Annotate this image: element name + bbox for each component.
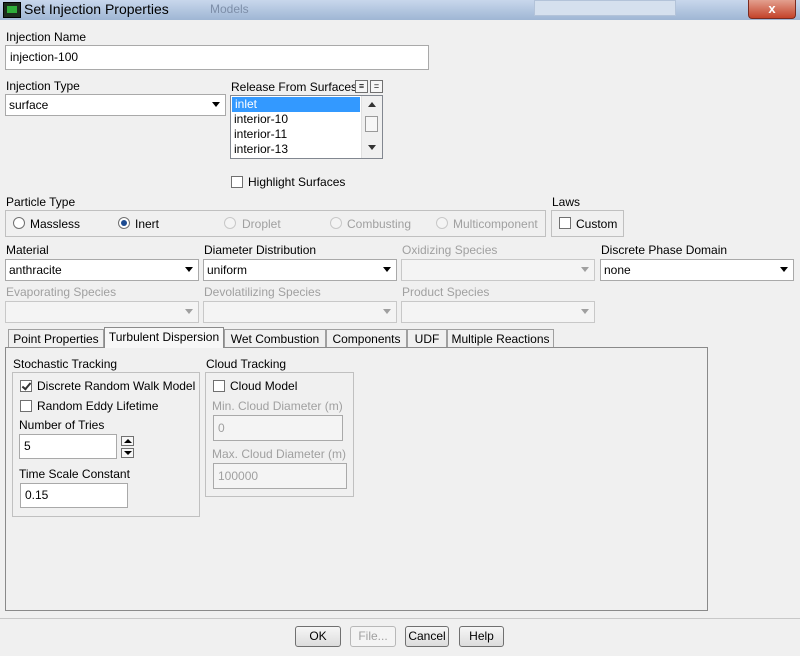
help-button[interactable]: Help: [459, 626, 504, 647]
custom-laws-label: Custom: [576, 217, 618, 231]
spin-up-button[interactable]: [121, 436, 134, 446]
cancel-button[interactable]: Cancel: [405, 626, 449, 647]
oxidizing-species-select[interactable]: [401, 259, 595, 281]
discrete-phase-domain-label: Discrete Phase Domain: [601, 243, 728, 257]
tab-turbulent-dispersion[interactable]: Turbulent Dispersion: [104, 327, 224, 348]
number-of-tries-label: Number of Tries: [19, 418, 105, 432]
discrete-phase-domain-select[interactable]: none: [600, 259, 794, 281]
random-eddy-lifetime-checkbox[interactable]: [20, 400, 32, 412]
time-scale-constant-value: 0.15: [25, 488, 49, 502]
cloud-model-checkbox[interactable]: [213, 380, 225, 392]
highlight-surfaces-checkbox[interactable]: [231, 176, 243, 188]
chevron-down-icon: [383, 267, 391, 272]
window-title: Set Injection Properties: [24, 1, 169, 17]
file-button[interactable]: File...: [350, 626, 396, 647]
radio-massless-label: Massless: [30, 217, 81, 231]
diameter-distribution-value: uniform: [207, 263, 248, 277]
scroll-down-icon[interactable]: [368, 145, 376, 150]
list-scrollbar[interactable]: [361, 96, 382, 158]
injection-name-input[interactable]: injection-100: [5, 45, 429, 70]
close-button[interactable]: x: [748, 0, 796, 19]
product-species-label: Product Species: [402, 285, 490, 299]
custom-laws-checkbox[interactable]: [559, 217, 571, 229]
injection-type-label: Injection Type: [6, 79, 80, 93]
chevron-up-icon: [124, 439, 132, 443]
product-species-select[interactable]: [401, 301, 595, 323]
material-label: Material: [6, 243, 49, 257]
scrollbar-thumb[interactable]: [365, 116, 378, 132]
max-cloud-diameter-input[interactable]: 100000: [213, 463, 347, 489]
chevron-down-icon: [383, 309, 391, 314]
random-eddy-lifetime-label: Random Eddy Lifetime: [37, 399, 159, 413]
radio-droplet[interactable]: [224, 217, 236, 229]
oxidizing-species-label: Oxidizing Species: [402, 243, 498, 257]
number-of-tries-value: 5: [24, 439, 31, 453]
time-scale-constant-input[interactable]: 0.15: [20, 483, 128, 508]
chevron-down-icon: [780, 267, 788, 272]
cloud-model-label: Cloud Model: [230, 379, 298, 393]
release-surfaces-label: Release From Surfaces: [231, 80, 358, 94]
radio-combusting-label: Combusting: [347, 217, 412, 231]
particle-type-label: Particle Type: [6, 195, 76, 209]
discrete-random-walk-checkbox[interactable]: [20, 380, 32, 392]
chevron-down-icon: [124, 451, 132, 455]
highlight-surfaces-label: Highlight Surfaces: [248, 175, 346, 189]
radio-droplet-label: Droplet: [242, 217, 281, 231]
devolatilizing-species-select[interactable]: [203, 301, 397, 323]
tab-multiple-reactions[interactable]: Multiple Reactions: [447, 329, 554, 348]
tab-point-properties[interactable]: Point Properties: [8, 329, 104, 348]
footer-divider: [0, 618, 800, 619]
max-cloud-diameter-value: 100000: [218, 469, 259, 483]
material-select[interactable]: anthracite: [5, 259, 199, 281]
injection-name-label: Injection Name: [6, 30, 87, 44]
background-window-text: Models: [210, 2, 249, 16]
deselect-all-icon[interactable]: =: [370, 80, 383, 93]
time-scale-constant-label: Time Scale Constant: [19, 467, 130, 481]
list-item[interactable]: interior-11: [231, 127, 360, 142]
material-value: anthracite: [9, 263, 62, 277]
chevron-down-icon: [581, 309, 589, 314]
diameter-distribution-select[interactable]: uniform: [203, 259, 397, 281]
injection-name-value: injection-100: [10, 50, 79, 64]
tab-components[interactable]: Components: [326, 329, 407, 348]
app-icon: [3, 2, 21, 18]
laws-label: Laws: [552, 195, 581, 209]
stochastic-tracking-label: Stochastic Tracking: [13, 357, 118, 371]
evaporating-species-label: Evaporating Species: [6, 285, 117, 299]
chevron-down-icon: [185, 309, 193, 314]
chevron-down-icon: [581, 267, 589, 272]
list-item[interactable]: interior-10: [231, 112, 360, 127]
min-cloud-diameter-label: Min. Cloud Diameter (m): [212, 399, 343, 413]
background-window-tab: [534, 0, 676, 16]
injection-type-value: surface: [9, 98, 49, 112]
min-cloud-diameter-input[interactable]: 0: [213, 415, 343, 441]
list-item[interactable]: inlet: [232, 97, 360, 112]
spin-down-button[interactable]: [121, 448, 134, 458]
tab-wet-combustion[interactable]: Wet Combustion: [224, 329, 326, 348]
radio-massless[interactable]: [13, 217, 25, 229]
radio-inert-label: Inert: [135, 217, 160, 231]
evaporating-species-select[interactable]: [5, 301, 199, 323]
diameter-distribution-label: Diameter Distribution: [204, 243, 317, 257]
max-cloud-diameter-label: Max. Cloud Diameter (m): [212, 447, 347, 461]
number-of-tries-input[interactable]: 5: [19, 434, 117, 459]
discrete-random-walk-label: Discrete Random Walk Model: [37, 379, 196, 393]
list-item[interactable]: interior-13: [231, 142, 360, 157]
min-cloud-diameter-value: 0: [218, 421, 225, 435]
tab-udf[interactable]: UDF: [407, 329, 447, 348]
radio-multicomponent[interactable]: [436, 217, 448, 229]
ok-button[interactable]: OK: [295, 626, 341, 647]
cloud-tracking-label: Cloud Tracking: [206, 357, 287, 371]
scroll-up-icon[interactable]: [368, 102, 376, 107]
injection-type-select[interactable]: surface: [5, 94, 226, 116]
select-all-icon[interactable]: ≡: [355, 80, 368, 93]
radio-inert[interactable]: [118, 217, 130, 229]
chevron-down-icon: [185, 267, 193, 272]
discrete-phase-domain-value: none: [604, 263, 631, 277]
devolatilizing-species-label: Devolatilizing Species: [204, 285, 321, 299]
release-surfaces-list[interactable]: inlet interior-10 interior-11 interior-1…: [230, 95, 383, 159]
chevron-down-icon: [212, 102, 220, 107]
radio-combusting[interactable]: [330, 217, 342, 229]
radio-multicomponent-label: Multicomponent: [453, 217, 538, 231]
